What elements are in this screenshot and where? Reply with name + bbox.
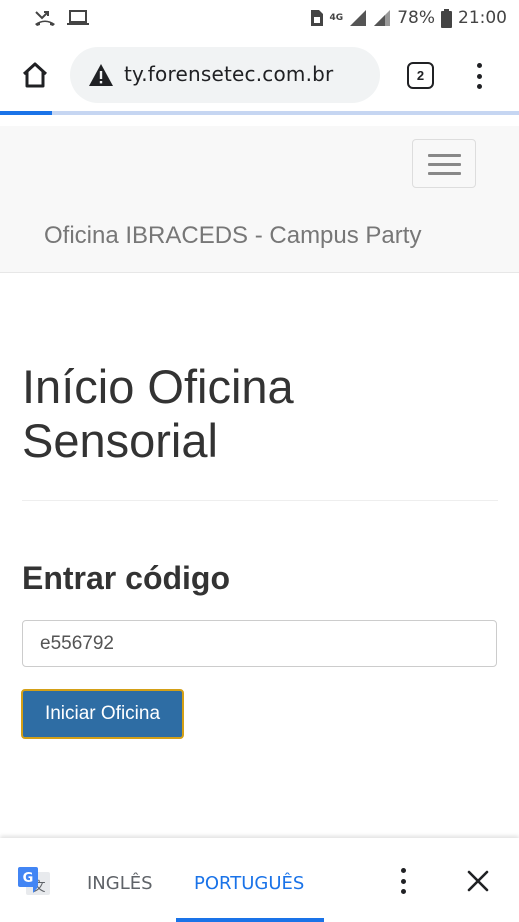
clock: 21:00 [458,8,507,28]
menu-dot [400,878,406,884]
missed-call-icon [35,11,55,26]
hamburger-icon-bar [428,172,461,175]
navbar-toggle-button[interactable] [412,139,476,188]
navbar-brand[interactable]: Oficina IBRACEDS - Campus Party [44,222,421,250]
battery-icon [441,8,452,28]
translate-bar: 文 G INGLÊS PORTUGUÊS [0,838,519,922]
address-bar[interactable]: ty.forensetec.com.br [70,47,380,103]
home-button[interactable] [18,58,52,92]
status-bar: 4G 78% 21:00 [0,0,519,36]
language-tab-english[interactable]: INGLÊS [87,873,153,894]
page-title: Início Oficina Sensorial [22,360,294,467]
close-icon[interactable] [466,869,490,893]
menu-dot [400,889,406,894]
menu-dot [476,63,482,68]
url-text[interactable]: ty.forensetec.com.br [124,62,333,86]
google-translate-icon: 文 G [18,867,50,895]
warning-icon[interactable] [88,62,114,88]
page-load-progress [0,111,519,115]
site-navbar: Oficina IBRACEDS - Campus Party [0,126,519,273]
browser-toolbar: ty.forensetec.com.br 2 [0,36,519,114]
divider [22,500,498,501]
battery-percent: 78% [397,8,435,28]
laptop-icon [67,10,89,25]
menu-dot [476,73,482,79]
svg-text:G: G [23,871,34,886]
signal-icon-1 [350,10,367,26]
tab-switcher-button[interactable]: 2 [407,62,434,89]
language-tab-portuguese[interactable]: PORTUGUÊS [194,873,304,894]
signal-icon-2 [374,10,391,26]
menu-dot [400,868,406,873]
notification-icons [34,8,90,28]
hamburger-icon-bar [428,154,461,157]
status-right: 4G 78% 21:00 [310,7,507,29]
browser-menu-button[interactable] [470,60,488,92]
start-workshop-button[interactable]: Iniciar Oficina [21,689,184,739]
code-input[interactable] [22,620,497,667]
sim-card-icon [310,10,323,26]
page-load-progress-fill [0,111,52,115]
menu-dot [476,84,482,89]
hamburger-icon-bar [428,163,461,166]
section-title: Entrar código [22,560,231,596]
network-type: 4G [329,12,344,23]
translate-menu-button[interactable] [394,868,412,894]
selected-language-indicator [176,918,324,922]
home-icon [22,62,48,88]
